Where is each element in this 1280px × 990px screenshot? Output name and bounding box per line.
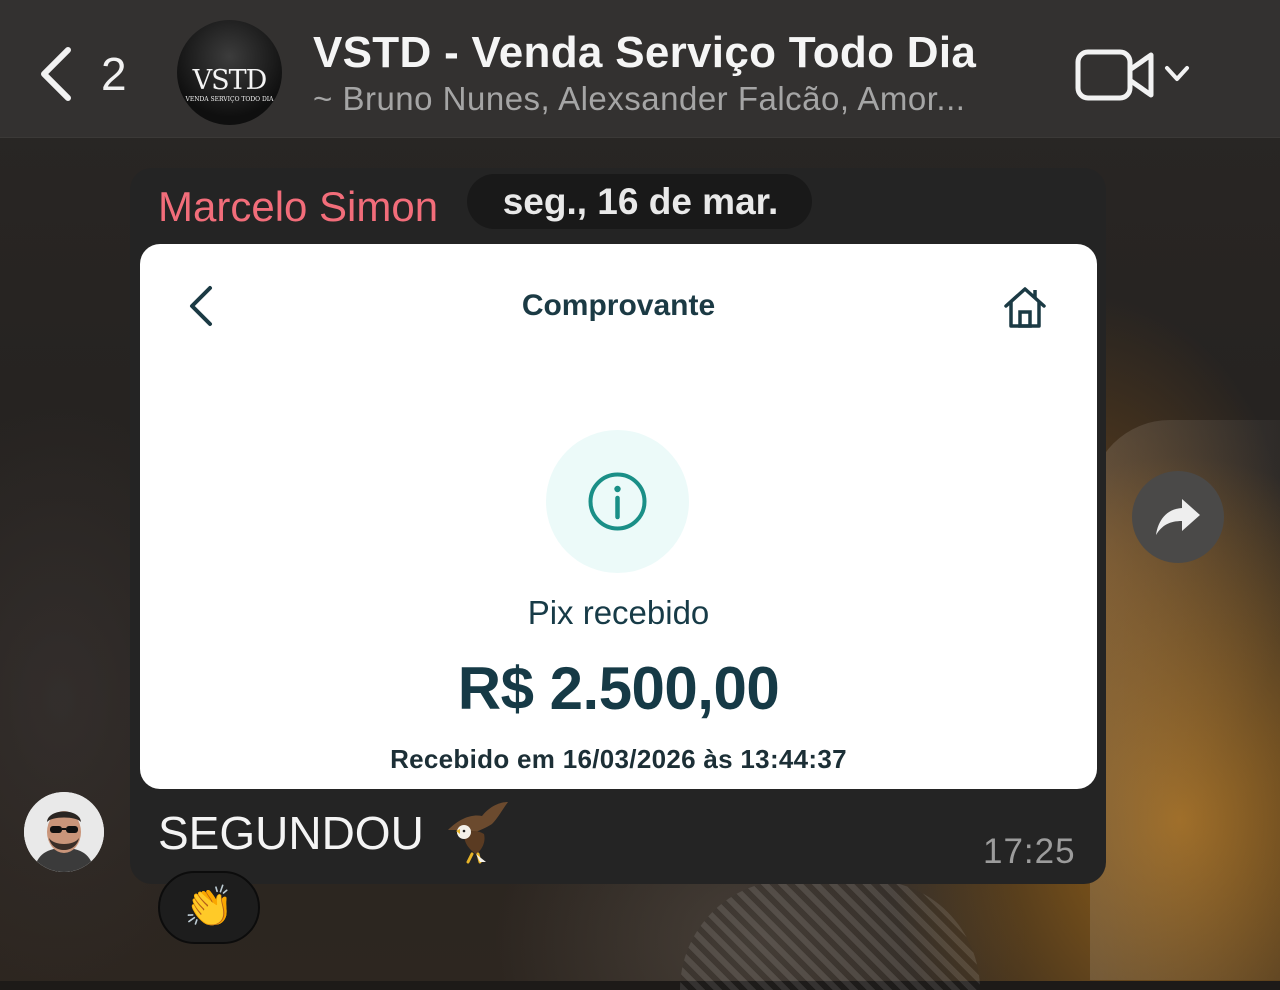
unread-count[interactable]: 2 (101, 48, 127, 100)
home-icon (1004, 287, 1046, 328)
receipt-amount: R$ 2.500,00 (457, 655, 780, 722)
message-time: 17:25 (983, 832, 1076, 871)
back-chevron-icon[interactable] (36, 46, 76, 102)
info-icon (588, 472, 647, 531)
forward-button[interactable] (1132, 471, 1224, 563)
receipt-status: Pix recebido (527, 594, 710, 631)
forward-icon (1156, 499, 1200, 535)
info-badge (546, 430, 689, 573)
sender-avatar[interactable] (24, 792, 104, 872)
avatar-photo (24, 792, 104, 872)
receipt-date: Recebido em 16/03/2026 às 13:44:37 (390, 744, 847, 774)
group-avatar[interactable]: VSTD VENDA SERVIÇO TODO DIA (177, 20, 282, 125)
video-call-icon[interactable] (1075, 47, 1157, 103)
chevron-down-icon[interactable] (1163, 63, 1191, 85)
avatar-logo-subtitle: VENDA SERVIÇO TODO DIA (185, 96, 274, 103)
receipt-image[interactable]: Comprovante Pix recebido R$ 2.500,00 Rec… (140, 244, 1097, 789)
group-members[interactable]: ~ Bruno Nunes, Alexsander Falcão, Amor..… (313, 80, 965, 118)
receipt-title: Comprovante (521, 289, 716, 322)
avatar-logo: VSTD (192, 65, 268, 96)
sender-name[interactable]: Marcelo Simon (158, 183, 438, 231)
message-text: SEGUNDOU (158, 807, 424, 859)
eagle-emoji (448, 802, 508, 864)
wallpaper-figure (680, 880, 980, 990)
reaction-badge[interactable]: 👏 (158, 871, 260, 944)
group-title[interactable]: VSTD - Venda Serviço Todo Dia (313, 28, 976, 78)
chat-header: 2 VSTD VENDA SERVIÇO TODO DIA VSTD - Ven… (0, 0, 1280, 138)
date-separator: seg., 16 de mar. (467, 174, 812, 229)
